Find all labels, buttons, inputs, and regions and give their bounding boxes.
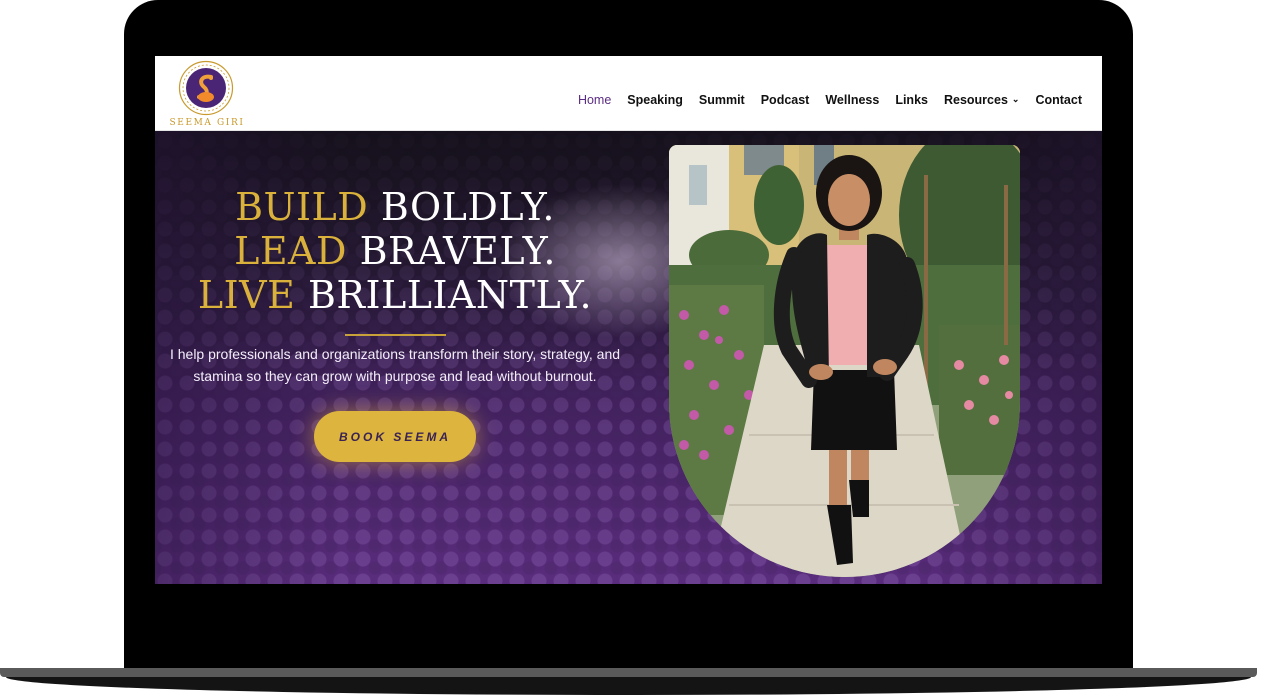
logo-text: SEEMA GIRI bbox=[169, 118, 245, 128]
nav-links[interactable]: Links bbox=[895, 93, 928, 107]
hero-portrait-photo bbox=[669, 145, 1020, 577]
site-header: SEEMA GIRI Home Speaking Summit Podcast … bbox=[155, 56, 1102, 131]
laptop-base bbox=[0, 668, 1280, 695]
nav-home[interactable]: Home bbox=[578, 93, 611, 107]
headline-word-boldly: BOLDLY. bbox=[380, 185, 555, 229]
site-logo[interactable]: SEEMA GIRI bbox=[165, 60, 249, 128]
nav-podcast[interactable]: Podcast bbox=[761, 93, 810, 107]
portrait-illustration bbox=[669, 145, 1020, 577]
nav-podcast-label: Podcast bbox=[760, 93, 810, 107]
nav-summit-label: Summit bbox=[698, 93, 745, 107]
nav-resources[interactable]: Resources ⌄ bbox=[944, 93, 1019, 107]
hero-subtext-line-1: I help professionals and organizations t… bbox=[169, 346, 621, 362]
book-seema-label: BOOK SEEMA bbox=[338, 429, 451, 444]
main-nav: Home Speaking Summit Podcast Wellness Li… bbox=[578, 93, 1082, 107]
hero-section: BUILD BOLDLY. LEAD BRAVELY. LIVE BRILLIA… bbox=[155, 131, 1102, 584]
headline-word-brilliantly: BRILLIANTLY. bbox=[307, 273, 593, 317]
nav-summit[interactable]: Summit bbox=[699, 93, 745, 107]
headline-line-2: LEAD BRAVELY. bbox=[155, 229, 635, 273]
nav-links-label: Links bbox=[895, 93, 928, 107]
nav-wellness-label: Wellness bbox=[825, 93, 880, 107]
nav-wellness[interactable]: Wellness bbox=[825, 93, 879, 107]
headline-word-build: BUILD bbox=[235, 185, 369, 229]
headline-word-live: LIVE bbox=[197, 273, 296, 317]
nav-speaking-label: Speaking bbox=[627, 93, 683, 107]
nav-contact-label: Contact bbox=[1035, 93, 1082, 107]
laptop-bottom bbox=[6, 677, 1251, 695]
swan-logo-icon bbox=[178, 60, 234, 116]
nav-resources-label: Resources bbox=[943, 93, 1008, 107]
headline-line-3: LIVE BRILLIANTLY. bbox=[155, 273, 635, 317]
chevron-down-icon: ⌄ bbox=[1011, 93, 1020, 104]
nav-home-label: Home bbox=[577, 93, 612, 107]
headline-line-1: BUILD BOLDLY. bbox=[155, 185, 635, 229]
laptop-hinge bbox=[0, 668, 1257, 677]
headline-word-bravely: BRAVELY. bbox=[359, 229, 556, 273]
nav-speaking[interactable]: Speaking bbox=[627, 93, 683, 107]
gold-divider bbox=[345, 334, 446, 336]
hero-subtext: I help professionals and organizations t… bbox=[165, 343, 625, 387]
nav-contact[interactable]: Contact bbox=[1035, 93, 1082, 107]
hero-headline: BUILD BOLDLY. LEAD BRAVELY. LIVE BRILLIA… bbox=[155, 185, 635, 317]
book-seema-button[interactable]: BOOK SEEMA bbox=[314, 411, 476, 462]
hero-subtext-line-2: stamina so they can grow with purpose an… bbox=[193, 368, 597, 384]
browser-viewport: SEEMA GIRI Home Speaking Summit Podcast … bbox=[155, 56, 1102, 584]
headline-word-lead: LEAD bbox=[234, 229, 347, 273]
